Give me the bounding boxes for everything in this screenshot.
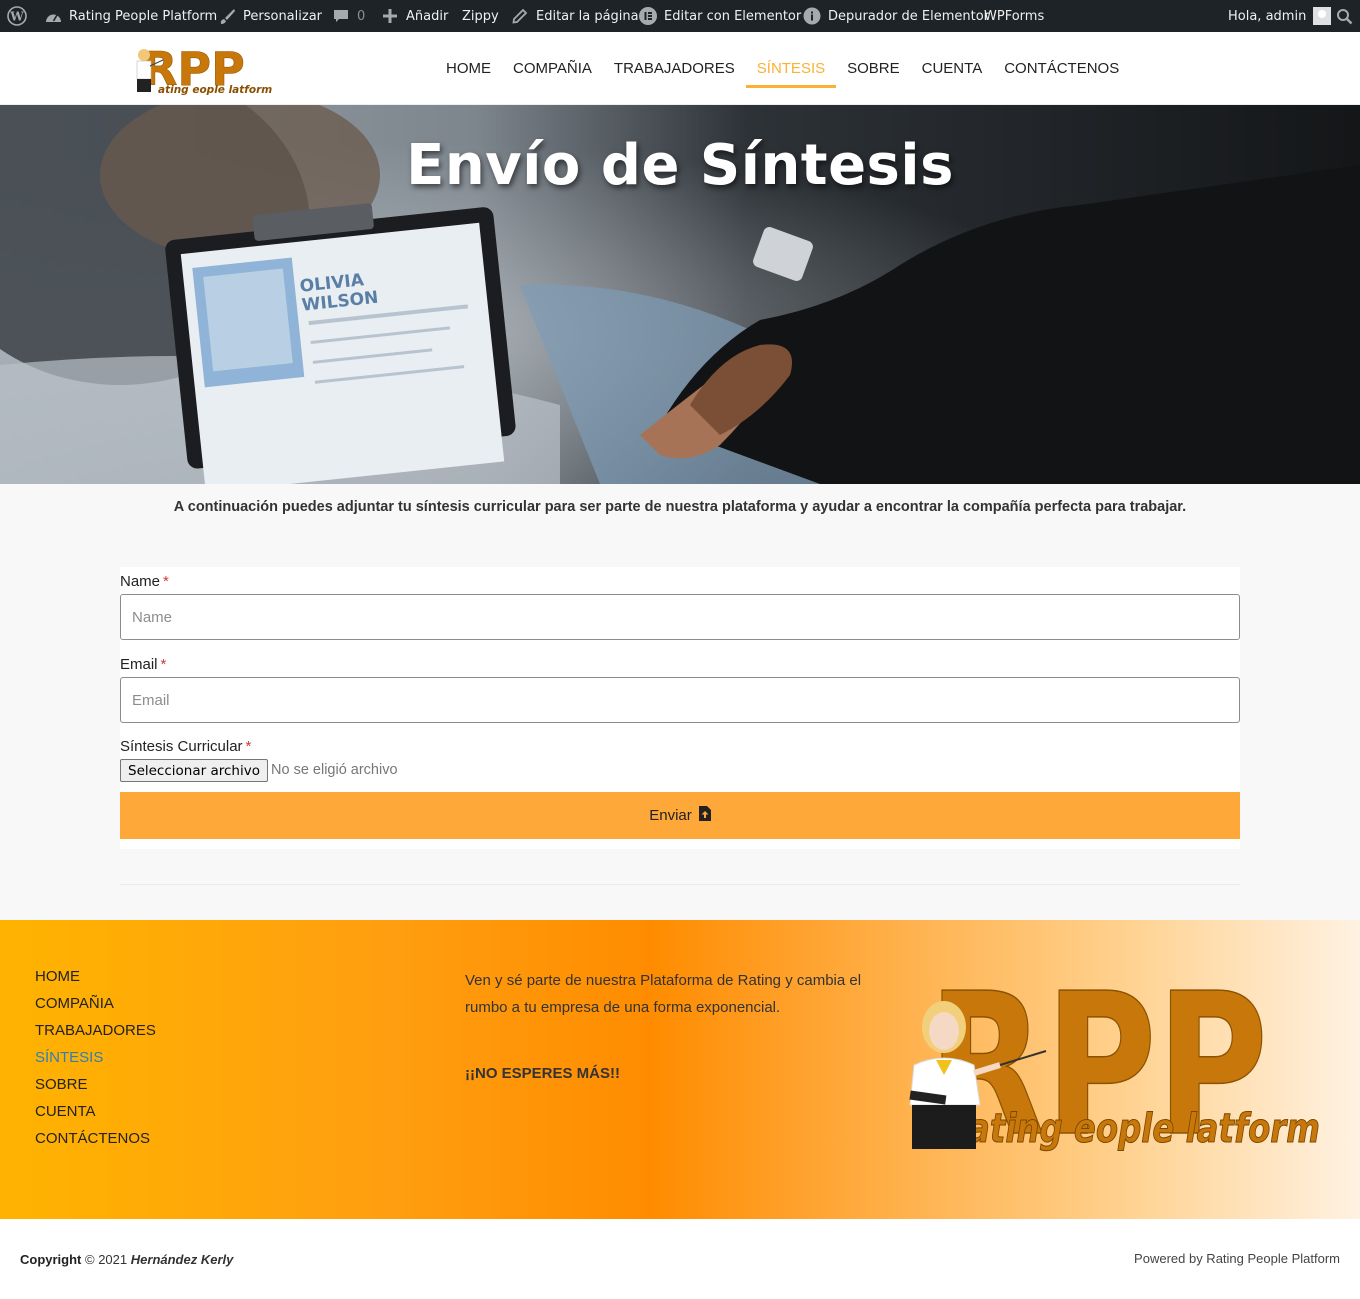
submit-label: Enviar <box>649 807 692 824</box>
zippy-label: Zippy <box>462 8 499 24</box>
comment-bubble-icon <box>332 7 350 25</box>
site-logo[interactable]: RPP ating eople latform <box>128 41 280 97</box>
footer-navigation: HOME COMPAÑIA TRABAJADORES SÍNTESIS SOBRE CUE… <box>35 968 156 1157</box>
author-name: Hernández Kerly <box>130 1252 234 1267</box>
elementor-debugger-label: Depurador de Elementor <box>828 8 989 24</box>
comments-count: 0 <box>357 8 366 24</box>
nav-item-trabajadores[interactable]: TRABAJADORES <box>603 32 746 105</box>
customize-label: Personalizar <box>243 8 323 24</box>
admin-bar-site-name[interactable]: Rating People Platform <box>44 0 217 32</box>
admin-bar-elementor-debugger[interactable]: Depurador de Elementor <box>803 0 989 32</box>
admin-bar-search[interactable] <box>1335 0 1353 32</box>
admin-bar-account[interactable]: Hola, admin <box>1228 0 1332 32</box>
site-name-label: Rating People Platform <box>69 8 218 24</box>
file-upload-icon <box>698 806 711 825</box>
admin-bar-edit-elementor[interactable]: Editar con Elementor <box>639 0 801 32</box>
admin-bar-wpforms[interactable]: WPForms <box>984 0 1044 32</box>
nav-item-sintesis[interactable]: SÍNTESIS <box>745 32 837 105</box>
nav-item-contactenos[interactable]: CONTÁCTENOS <box>993 32 1130 105</box>
footer-nav-item-sintesis[interactable]: SÍNTESIS <box>35 1049 156 1076</box>
content-section: A continuación puedes adjuntar tu síntes… <box>0 484 1360 920</box>
site-footer: HOME COMPAÑIA TRABAJADORES SÍNTESIS SOBRE CUE… <box>0 920 1360 1219</box>
submit-button[interactable]: Enviar <box>120 792 1240 839</box>
name-field-label: Name * <box>120 573 169 590</box>
wpforms-label: WPForms <box>984 8 1045 24</box>
email-input[interactable] <box>120 677 1240 723</box>
copyright-year: © 2021 <box>85 1252 128 1267</box>
edit-page-label: Editar la página <box>536 8 639 24</box>
footer-logo-tagline: ating eople latform <box>968 1106 1320 1152</box>
edit-elementor-label: Editar con Elementor <box>664 8 802 24</box>
required-marker: * <box>160 656 167 673</box>
bottom-bar: Copyright © 2021 Hernández Kerly Powered… <box>0 1219 1360 1299</box>
admin-bar-edit-page[interactable]: Editar la página <box>511 0 639 32</box>
file-status-text: No se eligió archivo <box>271 762 398 778</box>
copyright-label: Copyright <box>20 1252 82 1267</box>
add-new-label: Añadir <box>406 8 449 24</box>
email-label-text: Email <box>120 656 158 673</box>
footer-nav-item-compania[interactable]: COMPAÑIA <box>35 995 156 1022</box>
page-title: Envío de Síntesis <box>406 133 954 198</box>
copyright-notice: Copyright © 2021 Hernández Kerly <box>20 1252 233 1267</box>
section-divider <box>120 884 1240 885</box>
search-icon <box>1335 7 1353 25</box>
synthesis-form: Name* Email* Síntesis Curricular* Selecc… <box>120 567 1240 849</box>
admin-bar-zippy[interactable]: Zippy <box>462 0 499 32</box>
admin-bar-comments[interactable]: 0 <box>332 0 365 32</box>
email-field-label: Email * <box>120 656 166 673</box>
hero-banner: OLIVIAWILSON Envío de Síntesis <box>0 105 1360 484</box>
admin-bar: W Rating People Platform Personalizar 0 … <box>0 0 1360 32</box>
wordpress-logo-icon[interactable]: W <box>7 0 27 32</box>
greeting-label: Hola, admin <box>1228 8 1307 24</box>
avatar <box>1313 7 1332 25</box>
powered-by[interactable]: Powered by Rating People Platform <box>1134 1251 1340 1266</box>
required-marker: * <box>245 738 252 755</box>
svg-text:W: W <box>9 10 24 24</box>
nav-item-sobre[interactable]: SOBRE <box>836 32 911 105</box>
logo-tagline: ating eople latform <box>158 84 272 96</box>
file-label-text: Síntesis Curricular <box>120 738 243 755</box>
name-label-text: Name <box>120 573 161 590</box>
site-header: RPP ating eople latform HOME COMPAÑIA TRAB… <box>0 32 1360 105</box>
info-icon <box>803 7 821 25</box>
admin-bar-customize[interactable]: Personalizar <box>218 0 322 32</box>
nav-item-compania[interactable]: COMPAÑIA <box>502 32 603 105</box>
footer-call-to-action: ¡¡NO ESPERES MÁS!! <box>465 1065 621 1082</box>
choose-file-button[interactable]: Seleccionar archivo <box>120 759 268 782</box>
footer-nav-item-trabajadores[interactable]: TRABAJADORES <box>35 1022 156 1049</box>
plus-icon <box>381 7 399 25</box>
required-marker: * <box>163 573 169 590</box>
dashboard-gauge-icon <box>44 7 62 25</box>
main-navigation: HOME COMPAÑIA TRABAJADORES SÍNTESIS SOBRE CUE… <box>435 32 1130 105</box>
nav-item-cuenta[interactable]: CUENTA <box>911 32 994 105</box>
footer-nav-item-home[interactable]: HOME <box>35 968 156 995</box>
footer-nav-item-contactenos[interactable]: CONTÁCTENOS <box>35 1130 156 1157</box>
nav-item-home[interactable]: HOME <box>435 32 502 105</box>
name-input[interactable] <box>120 594 1240 640</box>
footer-description: Ven y sé parte de nuestra Plataforma de … <box>465 972 862 1016</box>
pencil-icon <box>511 7 529 25</box>
footer-nav-item-sobre[interactable]: SOBRE <box>35 1076 156 1103</box>
elementor-icon <box>639 7 657 25</box>
footer-logo: RPP ating eople latform <box>900 951 1325 1181</box>
admin-bar-add-new[interactable]: Añadir <box>381 0 448 32</box>
paintbrush-icon <box>218 7 236 25</box>
intro-text: A continuación puedes adjuntar tu síntes… <box>173 499 1187 515</box>
file-field-label: Síntesis Curricular * <box>120 738 251 755</box>
footer-nav-item-cuenta[interactable]: CUENTA <box>35 1103 156 1130</box>
